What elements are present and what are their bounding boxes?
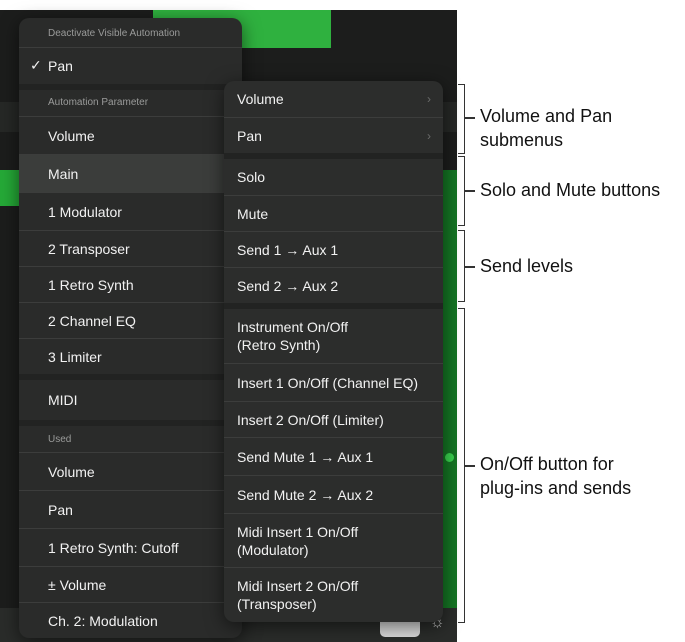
bracket-tick: [465, 190, 475, 192]
menu-item-pan-checked[interactable]: ✓ Pan: [19, 47, 242, 83]
chevron-right-icon: ›: [427, 92, 431, 106]
send-2-item[interactable]: Send 2 → Aux 2: [224, 267, 443, 303]
mute-item[interactable]: Mute: [224, 195, 443, 231]
submenu-pan[interactable]: Pan ›: [224, 117, 443, 153]
bracket-tick: [465, 465, 475, 467]
send-mute-1-item[interactable]: Send Mute 1 → Aux 1: [224, 437, 443, 475]
used-header: Used: [48, 434, 72, 445]
midi-insert-1-item[interactable]: Midi Insert 1 On/Off (Modulator): [224, 513, 443, 567]
separator: [19, 84, 242, 90]
param-item[interactable]: Volume: [19, 116, 242, 154]
param-item[interactable]: MIDI: [19, 380, 242, 420]
used-item[interactable]: ± Volume: [19, 566, 242, 602]
instrument-onoff-item[interactable]: Instrument On/Off (Retro Synth): [224, 309, 443, 363]
bracket-solo-mute: [458, 156, 465, 226]
midi-insert-2-item[interactable]: Midi Insert 2 On/Off (Transposer): [224, 567, 443, 622]
used-item[interactable]: Ch. 2: Modulation: [19, 602, 242, 638]
automation-parameter-header: Automation Parameter: [48, 97, 149, 108]
menu-item-label: Pan: [48, 57, 73, 74]
solo-item[interactable]: Solo: [224, 159, 443, 195]
param-item-highlighted[interactable]: Main: [19, 154, 242, 192]
param-item[interactable]: 2 Channel EQ: [19, 302, 242, 338]
param-item[interactable]: 2 Transposer: [19, 230, 242, 266]
callout-solo-mute: Solo and Mute buttons: [480, 180, 661, 200]
submenu-volume[interactable]: Volume ›: [224, 81, 443, 117]
send-mute-2-item[interactable]: Send Mute 2 → Aux 2: [224, 475, 443, 513]
send-1-item[interactable]: Send 1 → Aux 1: [224, 231, 443, 267]
separator: [19, 420, 242, 426]
param-item[interactable]: 1 Retro Synth: [19, 266, 242, 302]
used-item[interactable]: 1 Retro Synth: Cutoff: [19, 528, 242, 566]
callout-submenus: Volume and Pan submenus: [480, 106, 613, 150]
insert-2-onoff-item[interactable]: Insert 2 On/Off (Limiter): [224, 401, 443, 437]
checkmark-icon: ✓: [30, 57, 42, 73]
automation-point[interactable]: [445, 453, 454, 462]
callout-sends: Send levels: [480, 256, 574, 276]
bracket-submenus: [458, 84, 465, 154]
callout-onoff: On/Off button for plug-ins and sends: [480, 454, 632, 498]
automation-menu: Deactivate Visible Automation ✓ Pan Auto…: [19, 18, 242, 638]
bracket-onoff: [458, 308, 465, 623]
insert-1-onoff-item[interactable]: Insert 1 On/Off (Channel EQ): [224, 363, 443, 401]
parameter-submenu: Volume › Pan › Solo Mute Send 1 → Aux 1 …: [224, 81, 443, 622]
bracket-tick: [465, 117, 475, 119]
used-item[interactable]: Pan: [19, 490, 242, 528]
bracket-sends: [458, 230, 465, 302]
deactivate-header[interactable]: Deactivate Visible Automation: [48, 28, 180, 39]
used-item[interactable]: Volume: [19, 452, 242, 490]
chevron-right-icon: ›: [427, 128, 431, 143]
param-item[interactable]: 3 Limiter: [19, 338, 242, 374]
bracket-tick: [465, 266, 475, 268]
param-item[interactable]: 1 Modulator: [19, 192, 242, 230]
